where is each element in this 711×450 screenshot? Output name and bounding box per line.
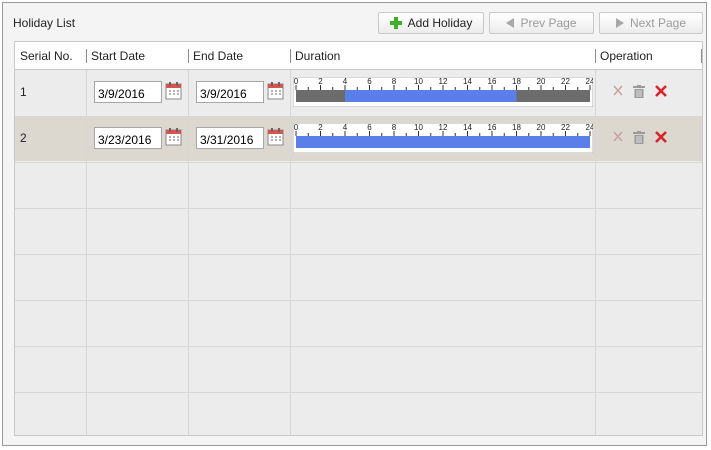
timeline-tick-label: 14 bbox=[463, 77, 472, 86]
serial-number: 1 bbox=[20, 85, 27, 99]
table-row[interactable]: 1 024681012141618202224 bbox=[15, 70, 702, 115]
calendar-icon[interactable] bbox=[165, 127, 182, 146]
table-header: Serial No. Start Date End Date Duration … bbox=[15, 42, 702, 70]
timeline-tick-label: 24 bbox=[586, 123, 593, 132]
row-divider bbox=[15, 300, 702, 301]
add-holiday-label: Add Holiday bbox=[407, 16, 473, 30]
timeline-tick-label: 2 bbox=[318, 123, 323, 132]
timeline-tick-label: 10 bbox=[414, 77, 423, 86]
column-separator[interactable] bbox=[188, 49, 189, 63]
timeline-tick-label: 10 bbox=[414, 123, 423, 132]
timeline-tick-label: 24 bbox=[586, 77, 593, 86]
trash-icon[interactable] bbox=[633, 131, 645, 144]
start-date-input[interactable] bbox=[94, 81, 162, 103]
column-header-operation: Operation bbox=[600, 49, 653, 63]
timeline-tick-label: 18 bbox=[512, 77, 521, 86]
end-date-input[interactable] bbox=[196, 81, 264, 103]
timeline-tick-label: 22 bbox=[561, 77, 570, 86]
column-separator[interactable] bbox=[595, 49, 596, 63]
calendar-icon[interactable] bbox=[267, 127, 284, 146]
column-divider bbox=[86, 70, 87, 435]
timeline-tick-label: 18 bbox=[512, 123, 521, 132]
row-divider bbox=[15, 116, 702, 117]
column-separator[interactable] bbox=[86, 49, 87, 63]
holiday-table: Serial No. Start Date End Date Duration … bbox=[14, 41, 703, 436]
calendar-icon[interactable] bbox=[165, 81, 182, 100]
column-header-duration: Duration bbox=[295, 49, 341, 63]
holiday-list-panel: Holiday List Add Holiday Prev Page Next … bbox=[2, 2, 707, 446]
serial-number: 2 bbox=[20, 131, 27, 145]
prev-arrow-icon bbox=[506, 18, 515, 28]
timeline-tick-label: 6 bbox=[367, 123, 372, 132]
column-divider bbox=[290, 70, 291, 435]
timeline-tick-label: 4 bbox=[343, 77, 348, 86]
column-separator[interactable] bbox=[290, 49, 291, 63]
timeline-tick-label: 14 bbox=[463, 123, 472, 132]
column-separator[interactable] bbox=[701, 49, 702, 63]
row-divider bbox=[15, 392, 702, 393]
prev-page-label: Prev Page bbox=[520, 16, 577, 30]
timeline-tick-label: 8 bbox=[392, 77, 397, 86]
row-divider bbox=[15, 162, 702, 163]
timeline-tick-label: 20 bbox=[537, 77, 546, 86]
timeline-tick-label: 6 bbox=[367, 77, 372, 86]
timeline-tick-label: 12 bbox=[439, 123, 448, 132]
timeline-tick-label: 0 bbox=[294, 77, 299, 86]
timeline-active-segment bbox=[296, 136, 590, 148]
next-page-label: Next Page bbox=[629, 16, 687, 30]
delete-x-icon[interactable] bbox=[655, 131, 667, 143]
calendar-icon[interactable] bbox=[267, 81, 284, 100]
timeline-tick-label: 16 bbox=[488, 123, 497, 132]
trash-icon[interactable] bbox=[633, 85, 645, 98]
panel-title: Holiday List bbox=[13, 16, 76, 30]
clear-icon[interactable] bbox=[613, 85, 623, 96]
timeline-tick-label: 16 bbox=[488, 77, 497, 86]
clear-icon[interactable] bbox=[613, 131, 623, 142]
prev-page-button[interactable]: Prev Page bbox=[489, 12, 594, 34]
timeline-tick-label: 12 bbox=[439, 77, 448, 86]
delete-x-icon[interactable] bbox=[655, 85, 667, 97]
timeline-tick-label: 8 bbox=[392, 123, 397, 132]
row-divider bbox=[15, 208, 702, 209]
column-divider bbox=[188, 70, 189, 435]
next-arrow-icon bbox=[615, 18, 624, 28]
duration-timeline[interactable]: 0 2 4 6 8 10 12 14 16 18 20 22 24 bbox=[293, 77, 593, 107]
timeline-tick-label: 2 bbox=[318, 77, 323, 86]
column-header-start-date: Start Date bbox=[91, 49, 146, 63]
column-divider bbox=[595, 70, 596, 435]
row-divider bbox=[15, 254, 702, 255]
next-page-button[interactable]: Next Page bbox=[599, 12, 703, 34]
end-date-input[interactable] bbox=[196, 127, 264, 149]
timeline-tick-label: 20 bbox=[537, 123, 546, 132]
duration-timeline[interactable]: 0 2 4 6 8 10 12 14 16 18 20 22 24 bbox=[293, 123, 593, 153]
row-divider bbox=[15, 346, 702, 347]
add-holiday-button[interactable]: Add Holiday bbox=[378, 12, 484, 34]
column-header-end-date: End Date bbox=[193, 49, 244, 63]
timeline-tick-label: 22 bbox=[561, 123, 570, 132]
start-date-input[interactable] bbox=[94, 127, 162, 149]
table-row[interactable]: 2 024681012141618202224 bbox=[15, 116, 702, 161]
timeline-tick-label: 4 bbox=[343, 123, 348, 132]
timeline-active-segment bbox=[345, 90, 517, 102]
column-header-serial: Serial No. bbox=[20, 49, 73, 63]
timeline-tick-label: 0 bbox=[294, 123, 299, 132]
plus-icon bbox=[389, 17, 402, 29]
